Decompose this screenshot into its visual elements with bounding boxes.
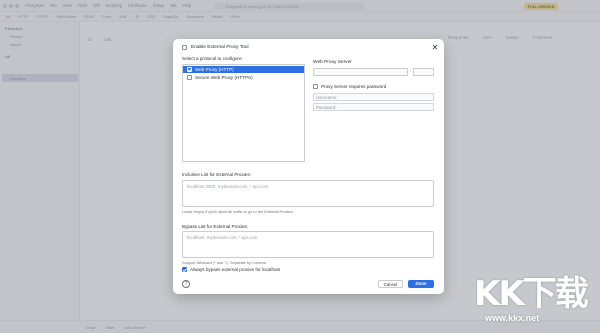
enable-external-proxy-checkbox[interactable] bbox=[182, 45, 187, 50]
requires-password-checkbox[interactable] bbox=[313, 84, 318, 89]
host-port-separator: : bbox=[410, 68, 412, 73]
watermark-logo-text: KK下载 bbox=[474, 274, 589, 314]
https-protocol-checkbox[interactable] bbox=[187, 75, 192, 80]
protocol-list: Web Proxy (HTTP) Secure Web Proxy (HTTPS… bbox=[182, 64, 305, 162]
protocol-item-http[interactable]: Web Proxy (HTTP) bbox=[183, 66, 304, 73]
inclusive-list-hint: Leave empty if you'll allow all traffic … bbox=[182, 209, 294, 214]
external-proxy-dialog: ✕ Enable External Proxy Tool Select a pr… bbox=[173, 39, 444, 294]
requires-password-row[interactable]: Proxy Server requires password bbox=[313, 84, 386, 89]
username-field[interactable]: Username: bbox=[313, 93, 434, 101]
requires-password-label: Proxy Server requires password bbox=[321, 84, 387, 89]
protocol-item-https[interactable]: Secure Web Proxy (HTTPS) bbox=[183, 74, 304, 81]
proxy-port-input[interactable] bbox=[413, 68, 434, 76]
bypass-localhost-label: Always bypass external proxies for local… bbox=[190, 267, 281, 272]
cancel-button[interactable]: Cancel bbox=[378, 280, 403, 288]
bypass-localhost-row[interactable]: Always bypass external proxies for local… bbox=[182, 267, 280, 272]
bypass-localhost-checkbox[interactable] bbox=[182, 267, 187, 272]
watermark-url: www.kkx.net bbox=[485, 313, 540, 323]
proxy-host-input[interactable] bbox=[313, 68, 408, 76]
select-protocol-label: Select a protocol to configure: bbox=[182, 56, 243, 61]
web-proxy-server-title: Web Proxy Server bbox=[313, 60, 352, 65]
enable-external-proxy-row[interactable]: Enable External Proxy Tool bbox=[182, 45, 249, 50]
inclusive-list-textarea[interactable]: localhost:3000, mydomain.com, *.api.com bbox=[182, 180, 434, 207]
protocol-label: Secure Web Proxy (HTTPS) bbox=[195, 75, 253, 80]
bypass-list-title: Bypass List for External Proxies: bbox=[182, 224, 249, 229]
enable-external-proxy-label: Enable External Proxy Tool bbox=[191, 45, 249, 50]
close-icon[interactable]: ✕ bbox=[431, 44, 439, 52]
bypass-list-hint: Support Wildcard (* and ?). Separate by … bbox=[182, 260, 266, 265]
inclusive-list-title: Inclusive List for External Proxies: bbox=[182, 172, 251, 177]
http-protocol-checkbox[interactable] bbox=[187, 67, 192, 72]
watermark-logo: KK下载 www.kkx.net bbox=[470, 262, 600, 333]
password-field[interactable]: Password: bbox=[313, 103, 434, 111]
done-button[interactable]: Done bbox=[408, 280, 434, 288]
help-icon[interactable]: ? bbox=[182, 280, 190, 288]
bypass-list-textarea[interactable]: localhost, mydomain.com, *.api.com bbox=[182, 231, 434, 258]
protocol-label: Web Proxy (HTTP) bbox=[195, 67, 234, 72]
